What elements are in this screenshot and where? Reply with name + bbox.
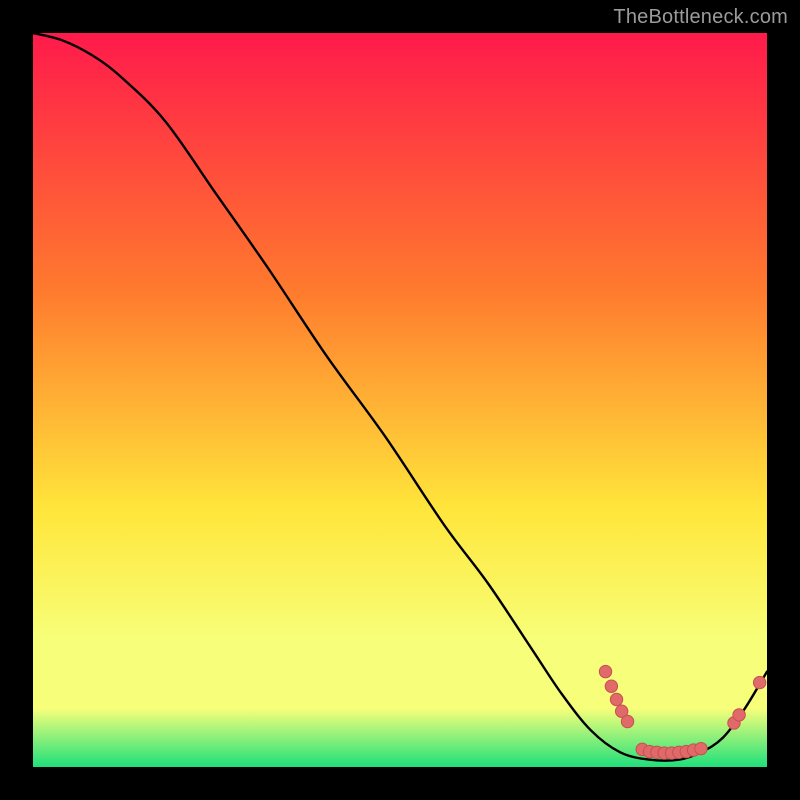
data-dot (753, 676, 765, 688)
plot-area (33, 33, 767, 767)
data-dot (695, 742, 707, 754)
data-dot (605, 680, 617, 692)
data-dot (610, 693, 622, 705)
chart-stage: TheBottleneck.com (0, 0, 800, 800)
watermark-text: TheBottleneck.com (613, 6, 788, 29)
data-dots (33, 33, 767, 767)
data-dot (599, 665, 611, 677)
data-dot (733, 709, 745, 721)
data-dot (621, 715, 633, 727)
